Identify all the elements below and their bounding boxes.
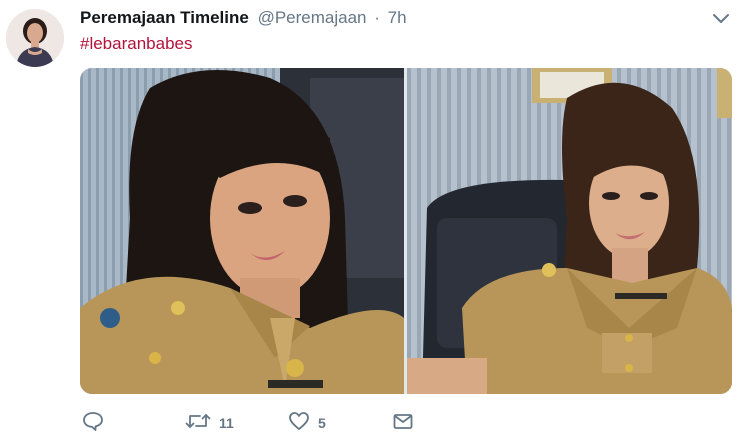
user-handle[interactable]: @Peremajaan (258, 8, 367, 27)
like-button[interactable]: 5 (288, 408, 326, 438)
tweet-actions: 11 5 (80, 408, 480, 438)
retweet-count: 11 (219, 415, 234, 431)
retweet-button[interactable]: 11 (185, 408, 234, 438)
tweet: Peremajaan Timeline @Peremajaan · 7h #le… (0, 0, 750, 440)
retweet-icon (185, 410, 211, 437)
chevron-down-icon[interactable] (710, 9, 732, 29)
display-name[interactable]: Peremajaan Timeline (80, 8, 249, 27)
photo-left[interactable] (80, 68, 404, 394)
like-count: 5 (318, 415, 326, 431)
envelope-icon (392, 410, 414, 437)
media-grid (80, 68, 732, 394)
avatar[interactable] (6, 9, 64, 67)
photo-right[interactable] (407, 68, 732, 394)
tweet-header: Peremajaan Timeline @Peremajaan · 7h (80, 7, 407, 29)
direct-message-button[interactable] (392, 408, 414, 438)
reply-icon (82, 410, 104, 437)
heart-icon (288, 410, 310, 437)
separator-dot: · (374, 8, 380, 27)
hashtag-link[interactable]: #lebaranbabes (80, 33, 192, 55)
reply-button[interactable] (82, 408, 104, 438)
timestamp[interactable]: 7h (388, 8, 407, 27)
